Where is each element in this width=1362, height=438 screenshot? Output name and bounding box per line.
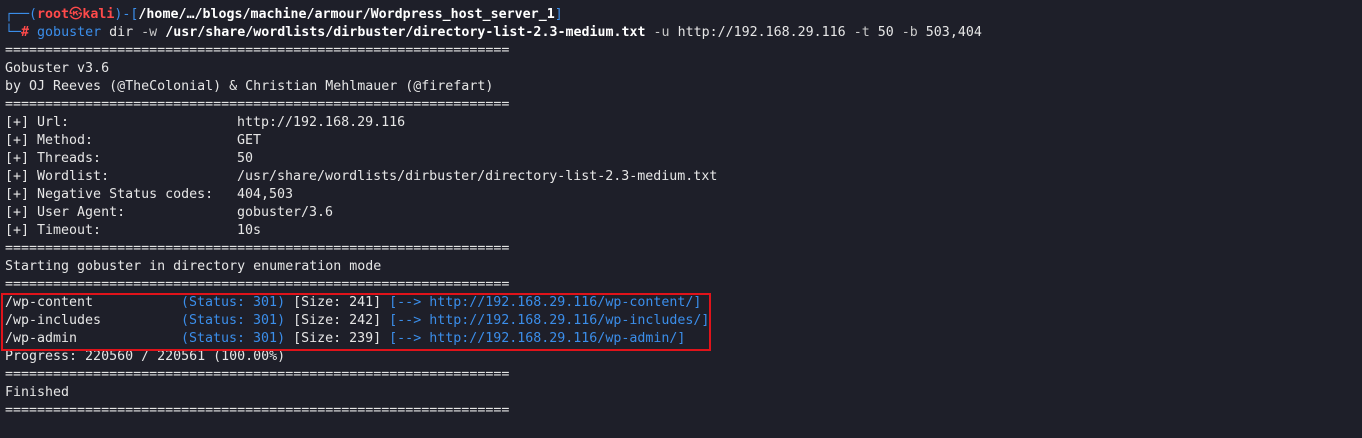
command-flag-w: -w (141, 25, 158, 40)
config-row: [+] User Agent: gobuster/3.6 (5, 204, 1362, 222)
command-url: http://192.168.29.116 (677, 25, 846, 40)
config-row: [+] Threads: 50 (5, 150, 1362, 168)
prompt-host: kali (82, 7, 115, 22)
config-value: gobuster/3.6 (237, 205, 334, 220)
banner-version: Gobuster v3.6 (5, 61, 110, 76)
config-label: [+] Wordlist: (5, 169, 110, 184)
config-row: [+] Timeout: 10s (5, 222, 1362, 240)
config-label: [+] Timeout: (5, 223, 102, 238)
command-sub: dir (109, 25, 134, 40)
command-wordlist: /usr/share/wordlists/dirbuster/directory… (165, 25, 646, 40)
separator: ========================================… (5, 97, 510, 112)
prompt-mid: )-[ (114, 7, 139, 22)
separator: ========================================… (5, 367, 510, 382)
command-threads: 50 (877, 25, 894, 40)
command-bin: gobuster (37, 25, 102, 40)
config-label: [+] Negative Status codes: (5, 187, 214, 202)
separator: ========================================… (5, 403, 510, 418)
config-row: [+] Url: http://192.168.29.116 (5, 114, 1362, 132)
config-value: 10s (237, 223, 262, 238)
config-value: http://192.168.29.116 (237, 115, 406, 130)
command-flag-u: -u (653, 25, 670, 40)
config-row: [+] Negative Status codes: 404,503 (5, 186, 1362, 204)
prompt-line: ┌──(root㉿kali)-[/home/…/blogs/machine/ar… (5, 6, 1362, 24)
prompt-close: ] (554, 7, 563, 22)
command-flag-t: -t (853, 25, 870, 40)
start-message: Starting gobuster in directory enumerati… (5, 259, 382, 274)
config-value: 404,503 (237, 187, 294, 202)
command-line: └─# gobuster dir -w /usr/share/wordlists… (5, 24, 1362, 42)
separator: ========================================… (5, 43, 510, 58)
config-label: [+] User Agent: (5, 205, 126, 220)
prompt-cwd: /home/…/blogs/machine/armour/Wordpress_h… (138, 7, 555, 22)
prompt-user: root (37, 7, 70, 22)
config-value: 50 (237, 151, 254, 166)
skull-icon: ㉿ (69, 7, 83, 22)
terminal-window[interactable]: ┌──(root㉿kali)-[/home/…/blogs/machine/ar… (0, 0, 1362, 420)
config-label: [+] Url: (5, 115, 70, 130)
command-blacklist: 503,404 (925, 25, 982, 40)
config-value: /usr/share/wordlists/dirbuster/directory… (237, 169, 718, 184)
config-label: [+] Threads: (5, 151, 102, 166)
prompt-corner-top: ┌──( (5, 7, 38, 22)
command-flag-b: -b (901, 25, 918, 40)
config-row: [+] Method: GET (5, 132, 1362, 150)
separator: ========================================… (5, 277, 510, 292)
banner-authors: by OJ Reeves (@TheColonial) & Christian … (5, 79, 494, 94)
config-value: GET (237, 133, 262, 148)
results-highlight-box (1, 293, 711, 351)
prompt-corner-bottom: └─ (5, 25, 22, 40)
separator: ========================================… (5, 241, 510, 256)
config-row: [+] Wordlist: /usr/share/wordlists/dirbus… (5, 168, 1362, 186)
prompt-hash: # (21, 25, 30, 40)
finished-line: Finished (5, 385, 70, 400)
config-label: [+] Method: (5, 133, 94, 148)
